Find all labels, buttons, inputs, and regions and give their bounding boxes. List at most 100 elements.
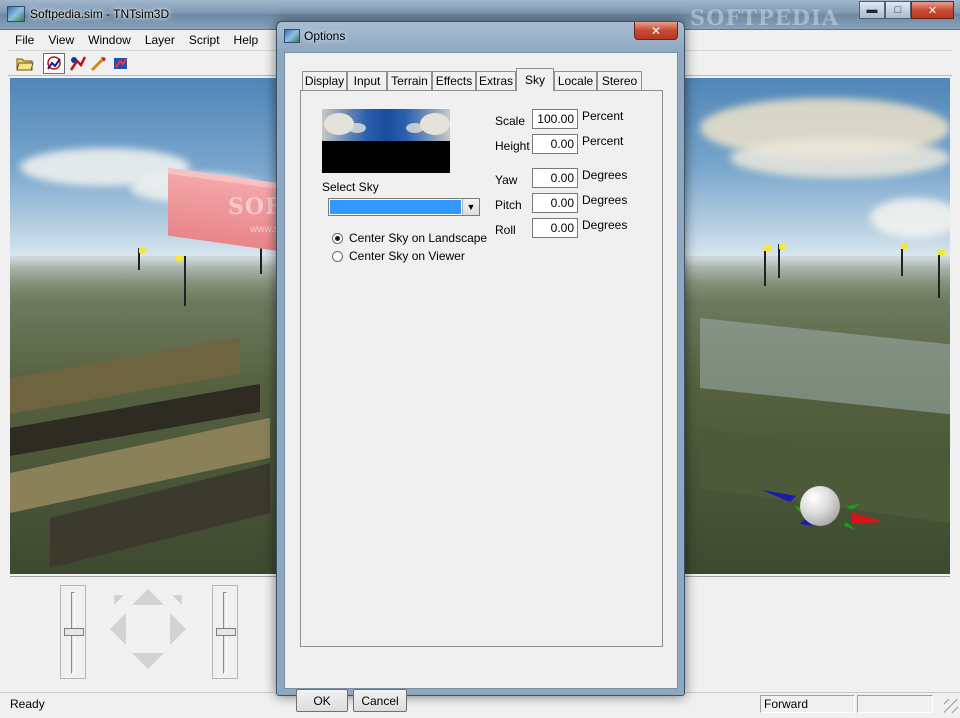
pan-up-left-button[interactable]: [114, 595, 124, 605]
roll-field-row: Roll 0.00 Degrees: [495, 218, 627, 238]
radio-label: Center Sky on Landscape: [349, 231, 488, 245]
select-sky-label: Select Sky: [322, 180, 379, 194]
roll-label: Roll: [495, 223, 516, 237]
marker-flag: [139, 248, 146, 253]
tab-stereo[interactable]: Stereo: [597, 71, 642, 90]
tab-locale[interactable]: Locale: [554, 71, 597, 90]
dropdown-button[interactable]: ▼: [462, 199, 479, 215]
cloud: [870, 198, 950, 238]
marker-flag: [938, 250, 945, 255]
marker-pole: [764, 246, 766, 286]
camera-target-icon: [69, 56, 87, 71]
resize-grip[interactable]: [944, 699, 958, 713]
select-sky-dropdown[interactable]: ▼: [328, 198, 480, 216]
tab-effects[interactable]: Effects: [432, 71, 476, 90]
marker-flag: [779, 244, 786, 249]
radio-button[interactable]: [332, 232, 343, 244]
window-title: Softpedia.sim - TNTsim3D: [30, 7, 170, 21]
scale-field-row: Scale 100.00 Percent: [495, 109, 623, 129]
cloud: [730, 138, 950, 178]
pitch-input[interactable]: 0.00: [532, 193, 578, 213]
pointer-tool-icon: [47, 56, 61, 70]
pan-left-button[interactable]: [110, 613, 126, 645]
menu-window[interactable]: Window: [81, 33, 138, 47]
marker-flag: [764, 246, 771, 251]
pitch-field-row: Pitch 0.00 Degrees: [495, 193, 627, 213]
height-field-row: Height 0.00 Percent: [495, 134, 623, 154]
measure-tool-button[interactable]: [110, 53, 132, 74]
center-on-viewer-radio[interactable]: Center Sky on Viewer: [332, 249, 465, 263]
marker-pole: [938, 250, 940, 298]
sky-tab-panel: Select Sky ▼ Center Sky on Landscape Cen…: [300, 90, 663, 647]
height-label: Height: [495, 139, 530, 153]
tab-input[interactable]: Input: [347, 71, 387, 90]
yaw-field-row: Yaw 0.00 Degrees: [495, 168, 627, 188]
open-folder-icon: [16, 58, 34, 71]
pan-right-button[interactable]: [170, 613, 186, 645]
close-button[interactable]: ✕: [911, 1, 954, 19]
yaw-label: Yaw: [495, 173, 518, 187]
marker-pole: [260, 248, 262, 274]
pan-up-right-button[interactable]: [172, 595, 182, 605]
app-icon[interactable]: [7, 6, 25, 22]
slider-thumb[interactable]: [64, 628, 84, 636]
dialog-body: Display Input Terrain Effects Extras Sky…: [284, 52, 678, 712]
sky-preview-cloud: [348, 123, 366, 133]
tab-sky[interactable]: Sky: [516, 68, 554, 91]
tab-terrain[interactable]: Terrain: [387, 71, 432, 90]
yaw-input[interactable]: 0.00: [532, 168, 578, 188]
pan-up-button[interactable]: [132, 589, 164, 605]
select-sky-value: [330, 200, 461, 214]
left-slider[interactable]: [60, 585, 86, 679]
marker-pole: [184, 256, 186, 306]
pitch-unit: Degrees: [582, 193, 628, 207]
chevron-down-icon: ▼: [466, 202, 476, 212]
dialog-title: Options: [304, 29, 346, 43]
options-dialog: Options ✕ Display Input Terrain Effects …: [276, 21, 685, 712]
ground-field: [700, 318, 950, 415]
path-tool-button[interactable]: [88, 53, 110, 74]
open-button[interactable]: [14, 53, 36, 74]
tab-extras[interactable]: Extras: [476, 71, 516, 90]
pan-down-button[interactable]: [132, 653, 164, 669]
status-text: Ready: [10, 697, 45, 711]
camera-tool-button[interactable]: [67, 53, 89, 74]
right-slider[interactable]: [212, 585, 238, 679]
marker-pole: [778, 244, 780, 278]
height-unit: Percent: [582, 134, 624, 148]
menu-view[interactable]: View: [41, 33, 81, 47]
scale-label: Scale: [495, 114, 526, 128]
sky-preview-cloud: [420, 113, 450, 135]
scale-unit: Percent: [582, 109, 624, 123]
dialog-icon: [284, 29, 300, 43]
tab-display[interactable]: Display: [302, 71, 347, 90]
ok-button[interactable]: OK: [296, 689, 348, 712]
status-pane-empty: [857, 695, 933, 713]
path-tool-icon: [90, 56, 106, 72]
sky-preview-image: [322, 109, 450, 173]
minimize-button[interactable]: ▬: [859, 1, 885, 19]
menu-help[interactable]: Help: [227, 33, 266, 47]
maximize-button[interactable]: □: [885, 1, 911, 19]
direction-pad: [110, 589, 186, 669]
height-input[interactable]: 0.00: [532, 134, 578, 154]
sky-preview-cloud: [406, 123, 424, 133]
watermark-logo: SOFTPEDIA: [690, 5, 840, 30]
cancel-button[interactable]: Cancel: [353, 689, 407, 712]
measure-tool-icon: [114, 58, 127, 69]
marker-flag: [901, 244, 908, 249]
scale-input[interactable]: 100.00: [532, 109, 578, 129]
menu-file[interactable]: File: [8, 33, 41, 47]
pointer-tool-button[interactable]: [43, 53, 65, 74]
menu-script[interactable]: Script: [182, 33, 227, 47]
menu-layer[interactable]: Layer: [138, 33, 182, 47]
radio-label: Center Sky on Viewer: [349, 249, 465, 263]
yaw-unit: Degrees: [582, 168, 628, 182]
dialog-close-button[interactable]: ✕: [634, 22, 678, 40]
slider-thumb[interactable]: [216, 628, 236, 636]
marker-flag: [176, 256, 183, 261]
roll-input[interactable]: 0.00: [532, 218, 578, 238]
radio-button[interactable]: [332, 250, 343, 262]
center-on-landscape-radio[interactable]: Center Sky on Landscape: [332, 231, 487, 245]
navigation-gizmo[interactable]: [800, 486, 840, 526]
